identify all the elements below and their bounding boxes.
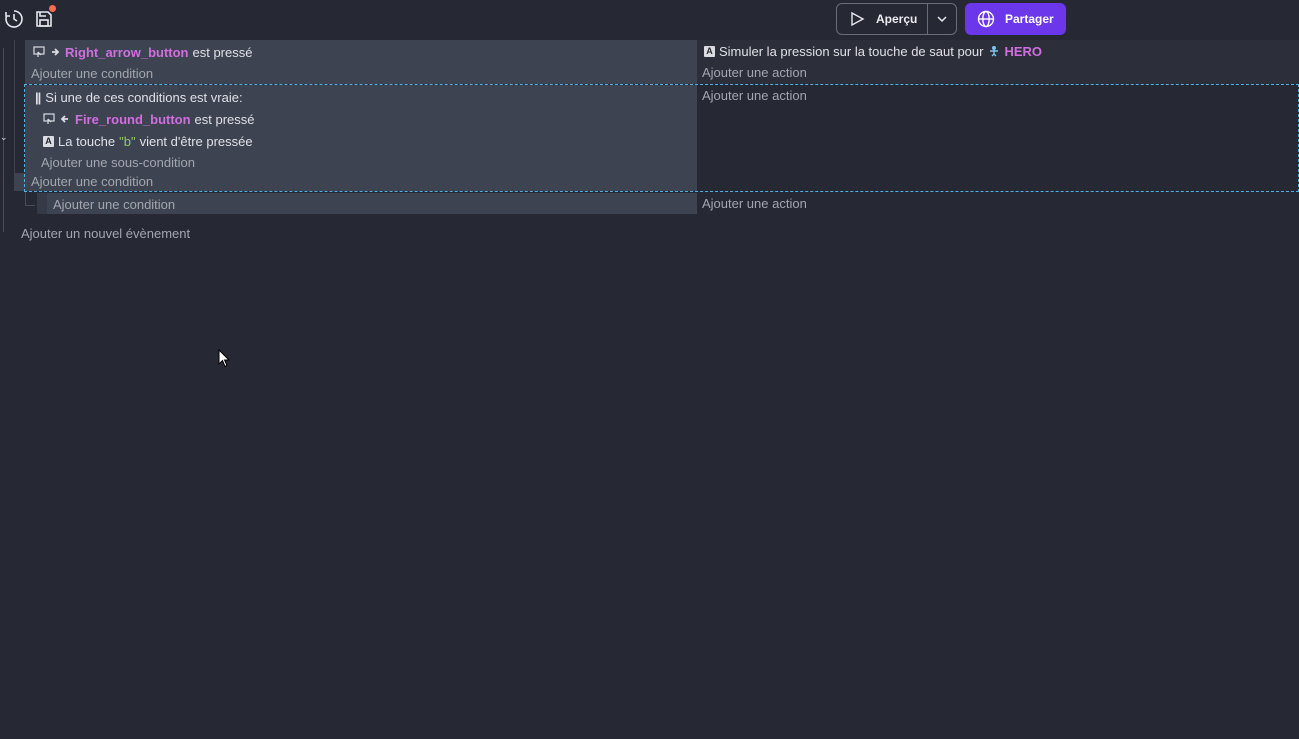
gutter-line: [14, 40, 15, 190]
preview-label: Aperçu: [876, 12, 918, 26]
toolbar: Aperçu Partager: [0, 0, 1299, 38]
subevent-connector: [25, 192, 26, 206]
event2-sub2-prefix: La touche: [58, 133, 116, 149]
event2-add-action[interactable]: Ajouter une action: [702, 86, 807, 104]
subevent-connector: [25, 205, 35, 206]
event1-action-row[interactable]: A Simuler la pression sur la touche de s…: [704, 42, 1042, 60]
save-icon[interactable]: [33, 5, 56, 30]
preview-dropdown-button[interactable]: [928, 4, 956, 34]
chevron-down-icon: [937, 16, 947, 23]
event2-or-label: Si une de ces conditions est vraie:: [45, 89, 243, 105]
arrow-object-icon: [59, 113, 71, 125]
keyboard-icon: A: [704, 45, 715, 57]
event2-add-subcondition[interactable]: Ajouter une sous-condition: [41, 153, 195, 171]
event3-add-action[interactable]: Ajouter une action: [702, 194, 807, 212]
event3-add-condition[interactable]: Ajouter une condition: [53, 195, 175, 213]
event2-sub1-text: est pressé: [194, 111, 255, 127]
event2-sub1-object[interactable]: Fire_round_button: [75, 112, 191, 127]
or-icon: ||: [35, 89, 41, 105]
hero-sprite-icon: [988, 45, 1000, 57]
event1-action-text: Simuler la pression sur la touche de sau…: [719, 43, 984, 59]
event2-or-row[interactable]: || Si une de ces conditions est vraie:: [35, 88, 243, 106]
arrow-object-icon: [49, 46, 61, 58]
globe-icon: [977, 10, 995, 28]
event1-add-condition[interactable]: Ajouter une condition: [31, 64, 153, 82]
preview-button[interactable]: Aperçu: [837, 4, 928, 34]
event2-sub2-key[interactable]: "b": [119, 134, 135, 149]
collapse-chevron-icon[interactable]: ⌄: [0, 132, 8, 143]
event1-action-object[interactable]: HERO: [1004, 44, 1042, 59]
mouse-cursor-icon: [218, 349, 230, 368]
event1-add-action[interactable]: Ajouter une action: [702, 63, 807, 81]
add-new-event[interactable]: Ajouter un nouvel évènement: [21, 224, 190, 242]
history-icon[interactable]: [3, 8, 25, 30]
event3-gutter: [37, 193, 47, 214]
event1-condition-text: est pressé: [192, 44, 253, 60]
touch-button-icon: [33, 46, 45, 58]
touch-button-icon: [43, 113, 55, 125]
unsaved-indicator: [49, 5, 56, 12]
preview-button-group: Aperçu: [836, 3, 957, 35]
event2-add-condition[interactable]: Ajouter une condition: [31, 172, 153, 190]
share-label: Partager: [1005, 12, 1054, 26]
event2-sub2-suffix: vient d'être pressée: [139, 133, 253, 149]
play-icon: [851, 11, 865, 27]
event2-sub2-row[interactable]: A La touche "b" vient d'être pressée: [43, 132, 253, 150]
event1-condition-object[interactable]: Right_arrow_button: [65, 45, 189, 60]
event1-condition-row[interactable]: Right_arrow_button est pressé: [33, 43, 252, 61]
share-button[interactable]: Partager: [965, 3, 1066, 35]
event2-sub1-row[interactable]: Fire_round_button est pressé: [43, 110, 255, 128]
keyboard-icon: A: [43, 135, 54, 147]
